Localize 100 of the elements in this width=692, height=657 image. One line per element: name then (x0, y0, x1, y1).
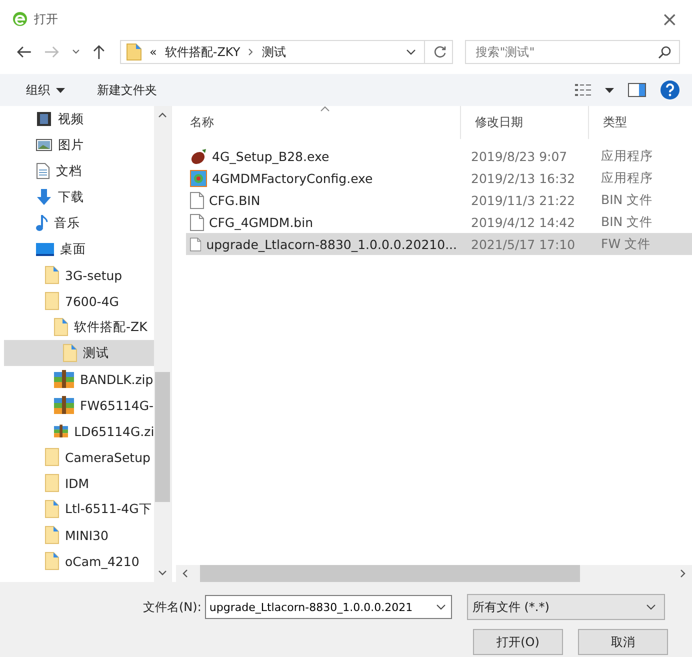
sidebar-item[interactable]: 测试 (4, 340, 154, 366)
file-icon (190, 192, 204, 208)
filename-combobox[interactable]: upgrade_Ltlacorn-8830_1.0.0.0.2021 (205, 595, 452, 619)
chevron-down-icon[interactable] (406, 48, 416, 56)
chevron-left-icon[interactable] (182, 569, 188, 578)
chevron-down-icon[interactable] (158, 570, 168, 576)
sidebar-item[interactable]: IDM (4, 470, 154, 496)
sidebar-item[interactable]: oCam_4210 (4, 548, 154, 574)
breadcrumb[interactable]: 测试 (262, 44, 286, 60)
file-name: 4GMDMFactoryConfig.exe (212, 170, 373, 186)
folder-icon (45, 266, 59, 284)
help-icon[interactable] (660, 80, 680, 100)
sidebar-item[interactable]: 文档 (4, 158, 154, 184)
file-date: 2019/4/12 14:42 (470, 214, 576, 230)
desktop-icon (36, 242, 54, 256)
breadcrumb[interactable]: 软件搭配-ZKY (164, 44, 240, 60)
installer-icon (190, 148, 207, 164)
file-type: BIN 文件 (600, 214, 654, 230)
chevron-right-icon (248, 48, 254, 56)
column-header[interactable]: 类型 (589, 106, 692, 139)
sidebar-item[interactable]: BANDLK.zip (4, 366, 154, 392)
scrollbar-thumb[interactable] (155, 372, 170, 502)
filename-label: 文件名(N): (143, 598, 202, 616)
sort-up-icon (320, 106, 330, 112)
file-row[interactable]: CFG.BIN 2019/11/3 21:22 BIN 文件 (186, 189, 692, 211)
open-button[interactable]: 打开(O) (473, 629, 563, 655)
sidebar-item[interactable]: 下载 (4, 184, 154, 210)
archive-icon (54, 422, 68, 440)
sidebar-item[interactable]: Ltl-6511-4G下 (4, 496, 154, 522)
folder-icon (45, 474, 59, 492)
file-type: FW 文件 (600, 236, 652, 252)
folder-icon (45, 552, 59, 570)
file-type: 应用程序 (600, 170, 654, 186)
chevron-up-icon[interactable] (158, 112, 168, 118)
folder-icon (45, 448, 59, 466)
view-list-icon[interactable] (575, 83, 591, 97)
sidebar-item[interactable]: 桌面 (4, 236, 154, 262)
sidebar-item[interactable]: 7600-4G (4, 288, 154, 314)
sidebar-item[interactable]: 图片 (4, 132, 154, 158)
archive-icon (54, 370, 74, 388)
close-button[interactable]: × (655, 6, 684, 32)
chevron-right-icon[interactable] (680, 569, 686, 578)
film-icon (36, 111, 52, 127)
file-row[interactable]: CFG_4GMDM.bin 2019/4/12 14:42 BIN 文件 (186, 211, 692, 233)
up-arrow-icon[interactable] (92, 44, 106, 60)
folder-icon (63, 344, 77, 362)
back-arrow-icon[interactable] (16, 45, 32, 59)
download-arrow-icon (36, 189, 52, 205)
sidebar-item[interactable]: FW65114G- (4, 392, 154, 418)
cancel-button[interactable]: 取消 (578, 629, 668, 655)
file-row[interactable]: 4GMDMFactoryConfig.exe 2019/2/13 16:32 应用程序 (186, 167, 692, 189)
chevron-down-icon[interactable] (646, 604, 656, 610)
caret-down-icon[interactable] (605, 88, 614, 92)
path-overflow[interactable]: « (150, 45, 157, 59)
file-type: BIN 文件 (600, 192, 654, 208)
file-date: 2021/5/17 17:10 (470, 236, 576, 252)
preview-pane-icon[interactable] (628, 83, 646, 97)
scrollbar-thumb[interactable] (200, 565, 580, 582)
sidebar-item[interactable]: LD65114G.zi (4, 418, 154, 444)
browser-logo-icon (12, 11, 28, 27)
window-title: 打开 (34, 10, 58, 28)
sidebar-item[interactable]: MINI30 (4, 522, 154, 548)
refresh-icon[interactable] (432, 45, 447, 59)
file-type-dropdown[interactable]: 所有文件 (*.*) (467, 594, 666, 620)
chevron-down-icon[interactable] (436, 604, 446, 610)
file-row[interactable]: upgrade_Ltlacorn-8830_1.0.0.0.20210... 2021/5/17 17:10 FW 文件 (186, 233, 692, 255)
file-row[interactable]: 4G_Setup_B28.exe 2019/8/23 9:07 应用程序 (186, 145, 692, 167)
file-icon (190, 214, 204, 230)
address-bar[interactable]: « 软件搭配-ZKY 测试 (120, 40, 453, 64)
music-note-icon (36, 214, 48, 232)
sidebar-item[interactable]: 音乐 (4, 210, 154, 236)
file-icon (190, 236, 202, 252)
file-name: 4G_Setup_B28.exe (212, 148, 330, 164)
search-box[interactable]: 搜索"测试" (464, 40, 680, 64)
sidebar-item[interactable]: 3G-setup (4, 262, 154, 288)
caret-down-icon (56, 88, 65, 92)
sidebar-item[interactable]: 软件搭配-ZK (4, 314, 154, 340)
file-date: 2019/8/23 9:07 (470, 148, 568, 164)
folder-icon (45, 500, 59, 518)
column-header[interactable]: 修改日期 (461, 106, 589, 139)
file-name: upgrade_Ltlacorn-8830_1.0.0.0.20210... (206, 236, 457, 252)
search-icon[interactable] (658, 46, 671, 58)
folder-icon (126, 43, 142, 61)
file-name: CFG_4GMDM.bin (209, 214, 313, 230)
scrollbar[interactable] (176, 565, 692, 582)
folder-icon (54, 318, 68, 336)
file-date: 2019/11/3 21:22 (470, 192, 576, 208)
sidebar-item[interactable]: 视频 (4, 106, 154, 132)
file-date: 2019/2/13 16:32 (470, 170, 576, 186)
picture-icon (36, 138, 52, 152)
new-folder-button[interactable]: 新建文件夹 (91, 82, 163, 98)
column-header[interactable]: 名称 (176, 106, 461, 139)
scrollbar[interactable] (154, 106, 171, 582)
app-icon (190, 170, 207, 186)
archive-icon (54, 396, 74, 414)
organize-button[interactable]: 组织 (20, 82, 71, 98)
chevron-down-icon[interactable] (72, 49, 80, 55)
folder-icon (45, 292, 59, 310)
file-type: 应用程序 (600, 148, 654, 164)
sidebar-item[interactable]: CameraSetup (4, 444, 154, 470)
